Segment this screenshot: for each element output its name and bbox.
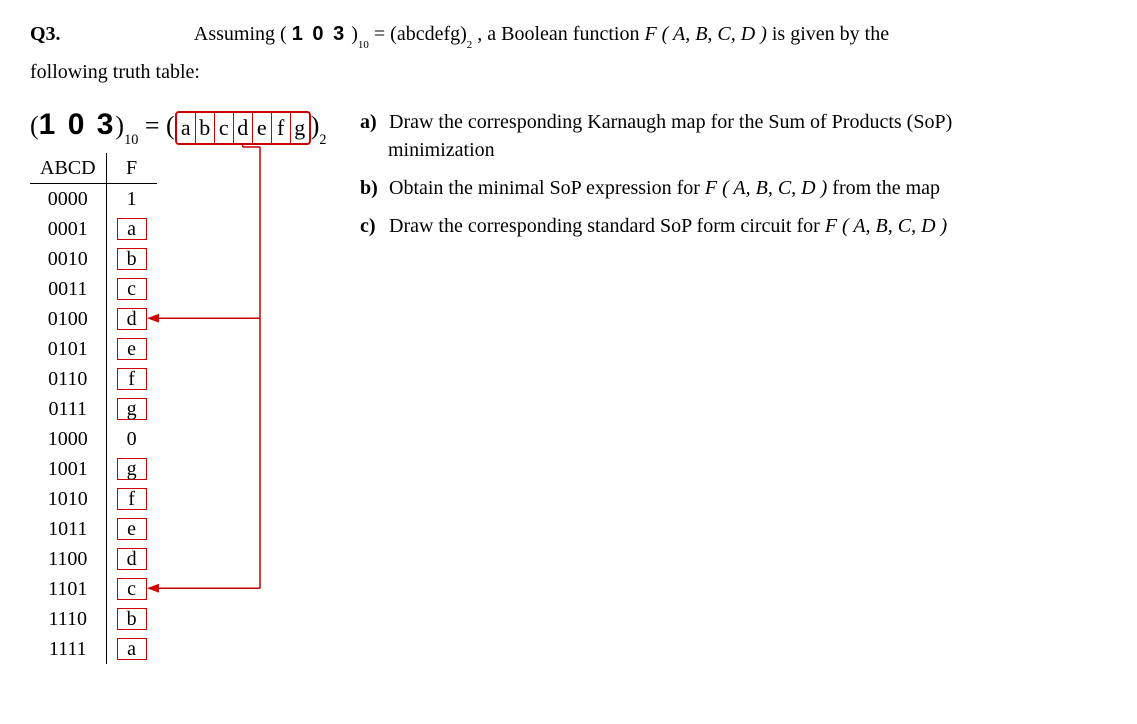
letter-cell: a <box>177 113 196 143</box>
abcd-cell: 1111 <box>30 634 106 664</box>
f-cell: f <box>106 484 157 514</box>
f-cell: e <box>106 334 157 364</box>
equals-sign: = ( <box>374 23 397 45</box>
letter-cell: d <box>234 113 253 143</box>
col-header-abcd: ABCD <box>30 153 106 184</box>
assuming-word: Assuming <box>194 23 275 45</box>
table-row: 1010f <box>30 484 157 514</box>
f-cell: d <box>106 304 157 334</box>
f-cell: a <box>106 634 157 664</box>
task-b: b) Obtain the minimal SoP expression for… <box>360 174 1107 202</box>
abcd-cell: 0110 <box>30 364 106 394</box>
abcd-cell: 1100 <box>30 544 106 574</box>
task-c-func: F ( A, B, C, D ) <box>825 215 947 237</box>
handwritten-equation: (1 0 3)10 = (abcdefg)2 <box>30 104 360 146</box>
task-a: a) Draw the corresponding Karnaugh map f… <box>360 108 1107 164</box>
abcd-cell: 0000 <box>30 183 106 214</box>
abcd-cell: 1110 <box>30 604 106 634</box>
abcd-cell: 0100 <box>30 304 106 334</box>
task-a-text-2: minimization <box>388 139 495 161</box>
subscript-2-top: 2 <box>467 39 473 51</box>
task-b-func: F ( A, B, C, D ) <box>705 177 827 199</box>
table-row: 0111g <box>30 394 157 424</box>
table-row: 1111a <box>30 634 157 664</box>
handwritten-number-top: 1 0 3 <box>292 23 346 45</box>
table-row: 1110b <box>30 604 157 634</box>
f-cell: 0 <box>106 424 157 454</box>
function-expr: F ( A, B, C, D ) <box>644 23 766 45</box>
handwritten-number-eq: 1 0 3 <box>39 108 116 141</box>
paren-open: ( <box>280 23 287 45</box>
abcd-cell: 0011 <box>30 274 106 304</box>
task-b-tail: from the map <box>832 177 940 199</box>
question-number: Q3. <box>30 20 190 48</box>
task-a-label: a) <box>360 108 384 136</box>
table-row: 0001a <box>30 214 157 244</box>
f-cell: 1 <box>106 183 157 214</box>
task-b-label: b) <box>360 174 384 202</box>
table-row: 0010b <box>30 244 157 274</box>
table-row: 00001 <box>30 183 157 214</box>
truth-table: ABCD F 000010001a0010b0011c0100d0101e011… <box>30 153 157 664</box>
letter-cell: b <box>196 113 215 143</box>
abcd-cell: 1011 <box>30 514 106 544</box>
f-cell: c <box>106 274 157 304</box>
question-header: Q3. Assuming ( 1 0 3 )10 = (abcdefg)2 , … <box>30 20 1107 50</box>
table-row: 1101c <box>30 574 157 604</box>
subscript-10-eq: 10 <box>124 132 138 148</box>
table-row: 0101e <box>30 334 157 364</box>
abcdefg-text: abcdefg <box>397 23 460 45</box>
f-cell: a <box>106 214 157 244</box>
f-cell: b <box>106 244 157 274</box>
subscript-10-top: 10 <box>358 39 369 51</box>
letter-box-group: abcdefg <box>175 111 311 145</box>
table-row: 10000 <box>30 424 157 454</box>
task-b-text: Obtain the minimal SoP expression for <box>389 177 700 199</box>
abcd-cell: 1010 <box>30 484 106 514</box>
table-row: 1001g <box>30 454 157 484</box>
left-column: (1 0 3)10 = (abcdefg)2 ABCD F 000010001a… <box>30 104 360 663</box>
abcd-cell: 1000 <box>30 424 106 454</box>
abcd-cell: 0111 <box>30 394 106 424</box>
table-row: 1011e <box>30 514 157 544</box>
letter-cell: g <box>291 113 309 143</box>
tail-text: , a Boolean function <box>477 23 639 45</box>
f-cell: g <box>106 454 157 484</box>
table-row: 0100d <box>30 304 157 334</box>
letter-cell: c <box>215 113 234 143</box>
letter-cell: f <box>272 113 291 143</box>
tasks-column: a) Draw the corresponding Karnaugh map f… <box>360 104 1107 250</box>
letter-cell: e <box>253 113 272 143</box>
abcd-cell: 1001 <box>30 454 106 484</box>
abcd-cell: 0101 <box>30 334 106 364</box>
abcd-cell: 0010 <box>30 244 106 274</box>
tail-text-2: is given by the <box>772 23 889 45</box>
task-c-text: Draw the corresponding standard SoP form… <box>389 215 820 237</box>
f-cell: f <box>106 364 157 394</box>
task-a-text-1: Draw the corresponding Karnaugh map for … <box>389 111 952 133</box>
task-c: c) Draw the corresponding standard SoP f… <box>360 212 1107 240</box>
f-cell: b <box>106 604 157 634</box>
table-row: 0110f <box>30 364 157 394</box>
abcd-cell: 1101 <box>30 574 106 604</box>
table-row: 1100d <box>30 544 157 574</box>
f-cell: c <box>106 574 157 604</box>
subscript-2-eq: 2 <box>319 132 326 148</box>
abcd-cell: 0001 <box>30 214 106 244</box>
f-cell: e <box>106 514 157 544</box>
f-cell: d <box>106 544 157 574</box>
header-line-2: following truth table: <box>30 58 1107 86</box>
f-cell: g <box>106 394 157 424</box>
col-header-f: F <box>106 153 157 184</box>
table-row: 0011c <box>30 274 157 304</box>
task-c-label: c) <box>360 212 384 240</box>
paren-close: ) <box>351 23 358 45</box>
